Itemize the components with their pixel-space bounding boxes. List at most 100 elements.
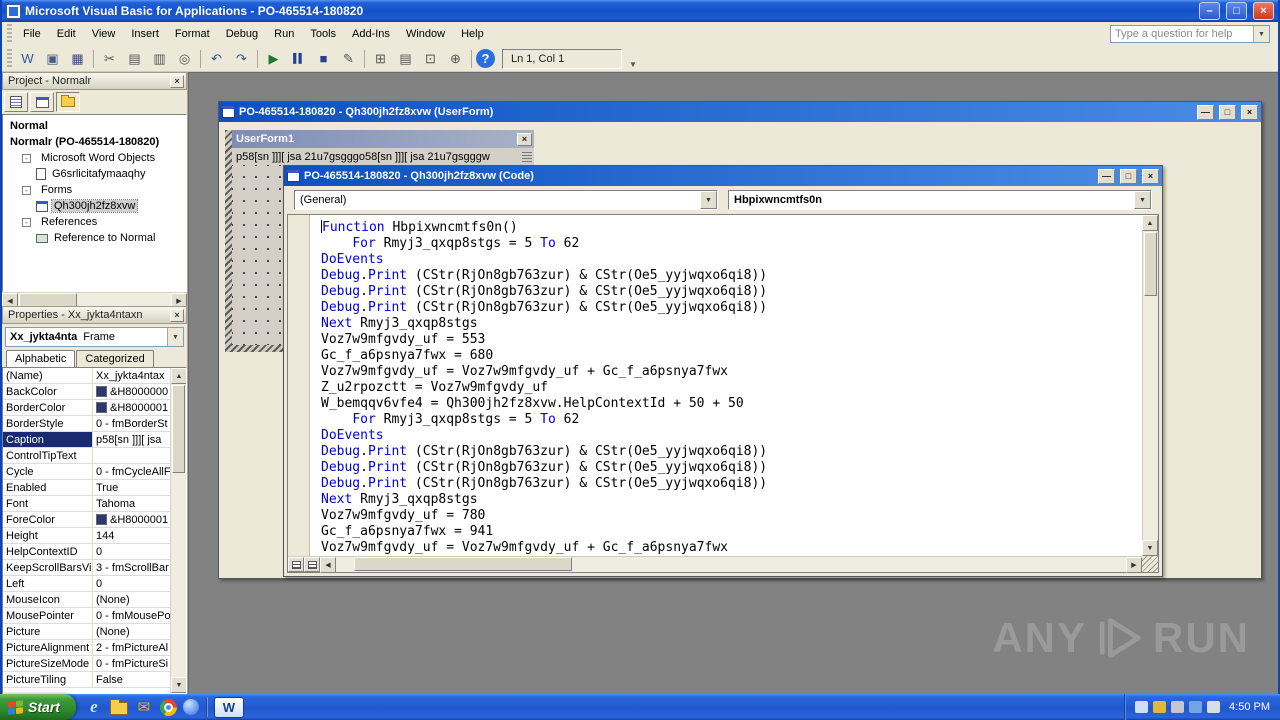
property-name[interactable]: MousePointer: [3, 608, 93, 623]
messenger-icon[interactable]: [182, 699, 199, 715]
menu-item-window[interactable]: Window: [398, 24, 453, 44]
collapse-icon[interactable]: -: [22, 153, 31, 163]
close-button[interactable]: ×: [1253, 2, 1274, 20]
tab-alphabetic[interactable]: Alphabetic: [6, 350, 76, 368]
property-name[interactable]: Caption: [3, 432, 93, 447]
collapse-icon[interactable]: -: [22, 217, 31, 227]
property-name[interactable]: PictureSizeMode: [3, 656, 93, 671]
maximize-button[interactable]: □: [1120, 168, 1137, 184]
maximize-button[interactable]: □: [1219, 104, 1236, 120]
maximize-button[interactable]: □: [1226, 2, 1247, 20]
chevron-down-icon[interactable]: ▼: [167, 328, 183, 346]
help-question-box[interactable]: Type a question for help ▼: [1110, 25, 1270, 43]
scroll-down-icon[interactable]: ▼: [1142, 540, 1158, 556]
property-value[interactable]: True: [93, 480, 170, 495]
property-value[interactable]: 0 - fmCycleAllF: [93, 464, 170, 479]
tab-categorized[interactable]: Categorized: [76, 350, 154, 367]
scroll-thumb[interactable]: [1144, 232, 1157, 296]
property-value[interactable]: &H8000000: [93, 384, 170, 399]
property-name[interactable]: Left: [3, 576, 93, 591]
find-button[interactable]: ◎: [173, 48, 196, 69]
hardware-icon[interactable]: [1171, 701, 1185, 713]
volume-icon[interactable]: [1207, 701, 1221, 713]
scroll-track[interactable]: [336, 557, 1126, 572]
scroll-thumb[interactable]: [172, 385, 185, 473]
chevron-down-icon[interactable]: ▼: [1253, 26, 1269, 42]
property-name[interactable]: Enabled: [3, 480, 93, 495]
internet-explorer-icon[interactable]: e: [84, 697, 104, 717]
my-documents-folder-icon[interactable]: [109, 699, 128, 715]
outlook-mail-icon[interactable]: ✉: [134, 697, 154, 717]
userform-window-titlebar[interactable]: PO-465514-180820 - Qh300jh2fz8xvw (UserF…: [219, 102, 1261, 122]
property-name[interactable]: PictureAlignment: [3, 640, 93, 655]
word-task-button[interactable]: W: [213, 696, 244, 718]
property-name[interactable]: Picture: [3, 624, 93, 639]
chevron-down-icon[interactable]: ▼: [700, 191, 717, 209]
property-value[interactable]: 144: [93, 528, 170, 543]
frame-control[interactable]: p58[sn ]]][ jsa 21u7gsgggo58[sn ]]][ jsa…: [232, 148, 534, 165]
collapse-icon[interactable]: -: [22, 185, 31, 195]
procedure-dropdown[interactable]: Hbpixwncmtfs0n ▼: [728, 190, 1152, 210]
property-name[interactable]: (Name): [3, 368, 93, 383]
undo-button[interactable]: ↶: [205, 48, 228, 69]
tree-item-forms[interactable]: - Forms: [3, 182, 186, 198]
property-value[interactable]: 3 - fmScrollBar: [93, 560, 170, 575]
redo-button[interactable]: ↷: [230, 48, 253, 69]
paste-button[interactable]: ▥: [148, 48, 171, 69]
property-name[interactable]: PictureTiling: [3, 672, 93, 687]
property-name[interactable]: Height: [3, 528, 93, 543]
property-value[interactable]: Xx_jykta4ntax: [93, 368, 170, 383]
view-code-button[interactable]: [4, 92, 28, 112]
scroll-thumb[interactable]: [19, 293, 77, 307]
close-button[interactable]: ×: [1241, 104, 1258, 120]
full-module-view-button[interactable]: [304, 557, 320, 572]
scroll-thumb[interactable]: [354, 557, 572, 571]
chrome-icon[interactable]: [159, 698, 177, 716]
toggle-folders-button[interactable]: [56, 92, 80, 112]
scroll-up-icon[interactable]: ▲: [1142, 215, 1158, 231]
toolbar-options-chevron[interactable]: ▼: [626, 48, 640, 69]
property-value[interactable]: 0 - fmBorderSt: [93, 416, 170, 431]
menu-item-format[interactable]: Format: [167, 24, 218, 44]
reset-button[interactable]: ■: [312, 48, 335, 69]
property-name[interactable]: HelpContextID: [3, 544, 93, 559]
property-name[interactable]: BackColor: [3, 384, 93, 399]
properties-window-button[interactable]: ▤: [394, 48, 417, 69]
property-name[interactable]: MouseIcon: [3, 592, 93, 607]
project-explorer-button[interactable]: ⊞: [369, 48, 392, 69]
property-value[interactable]: 0: [93, 576, 170, 591]
object-selector-combo[interactable]: Xx_jykta4nta Frame ▼: [5, 327, 184, 347]
scroll-right-icon[interactable]: ▶: [1126, 556, 1142, 573]
property-name[interactable]: KeepScrollBarsVi: [3, 560, 93, 575]
insert-userform-button[interactable]: ▣: [41, 48, 64, 69]
view-host-application-button[interactable]: W: [16, 48, 39, 69]
save-button[interactable]: ▦: [66, 48, 89, 69]
property-name[interactable]: BorderStyle: [3, 416, 93, 431]
property-name[interactable]: Font: [3, 496, 93, 511]
network-status-icon[interactable]: [1189, 701, 1203, 713]
menu-item-file[interactable]: File: [15, 24, 49, 44]
tree-item-normalr-po-465514-180820[interactable]: Normalr (PO-465514-180820): [3, 134, 186, 150]
resize-grip[interactable]: [1142, 556, 1158, 572]
property-value[interactable]: False: [93, 672, 170, 687]
tree-item-g6srlicitafymaaqhy[interactable]: G6srlicitafymaaqhy: [3, 166, 186, 182]
break-button[interactable]: ▌▌: [287, 48, 310, 69]
tree-item-microsoft-word-objects[interactable]: - Microsoft Word Objects: [3, 150, 186, 166]
properties-close-icon[interactable]: ×: [170, 308, 184, 322]
menubar-grip[interactable]: [7, 24, 12, 44]
property-value[interactable]: (None): [93, 592, 170, 607]
tree-item-qh300jh2fz8xvw[interactable]: Qh300jh2fz8xvw: [3, 198, 186, 214]
property-value[interactable]: (None): [93, 624, 170, 639]
language-bar-icon[interactable]: [1135, 701, 1149, 713]
scroll-up-icon[interactable]: ▲: [171, 368, 186, 384]
object-dropdown[interactable]: (General) ▼: [294, 190, 718, 210]
design-mode-button[interactable]: ✎: [337, 48, 360, 69]
code-horizontal-scrollbar[interactable]: ◀ ▶: [288, 556, 1142, 573]
property-name[interactable]: Cycle: [3, 464, 93, 479]
code-vertical-scrollbar[interactable]: ▲ ▼: [1142, 215, 1158, 556]
procedure-view-button[interactable]: [288, 557, 304, 572]
scroll-down-icon[interactable]: ▼: [171, 677, 186, 693]
property-name[interactable]: ForeColor: [3, 512, 93, 527]
menu-item-run[interactable]: Run: [266, 24, 302, 44]
chevron-down-icon[interactable]: ▼: [1134, 191, 1151, 209]
